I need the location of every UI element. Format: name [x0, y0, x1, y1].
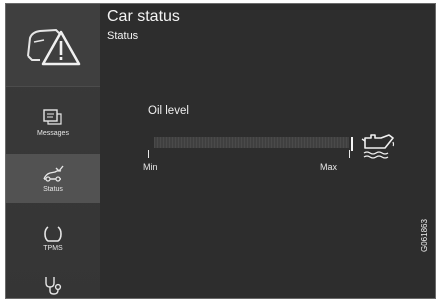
- sidebar-item-status[interactable]: Status: [6, 154, 100, 203]
- sidebar-item-label: Status: [43, 186, 63, 193]
- max-tick: [349, 150, 350, 158]
- min-tick: [148, 150, 149, 158]
- max-marker: [351, 137, 353, 151]
- oil-level-label: Oil level: [148, 105, 189, 117]
- sidebar: Messages Status TPMS: [6, 4, 100, 298]
- stethoscope-icon: [45, 277, 62, 295]
- min-label: Min: [143, 162, 158, 172]
- status-icon: [43, 165, 64, 182]
- messages-icon: [43, 109, 62, 125]
- sidebar-item-service[interactable]: [6, 275, 100, 297]
- sidebar-item-label: Messages: [37, 130, 69, 137]
- figure-code: G061863: [420, 219, 429, 252]
- sidebar-item-label: TPMS: [43, 245, 63, 252]
- tpms-icon: [44, 226, 62, 242]
- car-warning-icon: [27, 28, 81, 66]
- oil-can-icon: [361, 134, 395, 159]
- oil-level-gauge: [154, 137, 349, 148]
- page-title: Car status: [107, 8, 180, 25]
- sidebar-item-tpms[interactable]: TPMS: [6, 225, 100, 265]
- warning-panel[interactable]: [6, 4, 100, 87]
- page-subtitle: Status: [107, 30, 139, 42]
- sidebar-item-messages[interactable]: Messages: [6, 108, 100, 152]
- max-label: Max: [320, 162, 338, 172]
- car-display-screen: Messages Status TPMS Car status Status O…: [5, 3, 436, 299]
